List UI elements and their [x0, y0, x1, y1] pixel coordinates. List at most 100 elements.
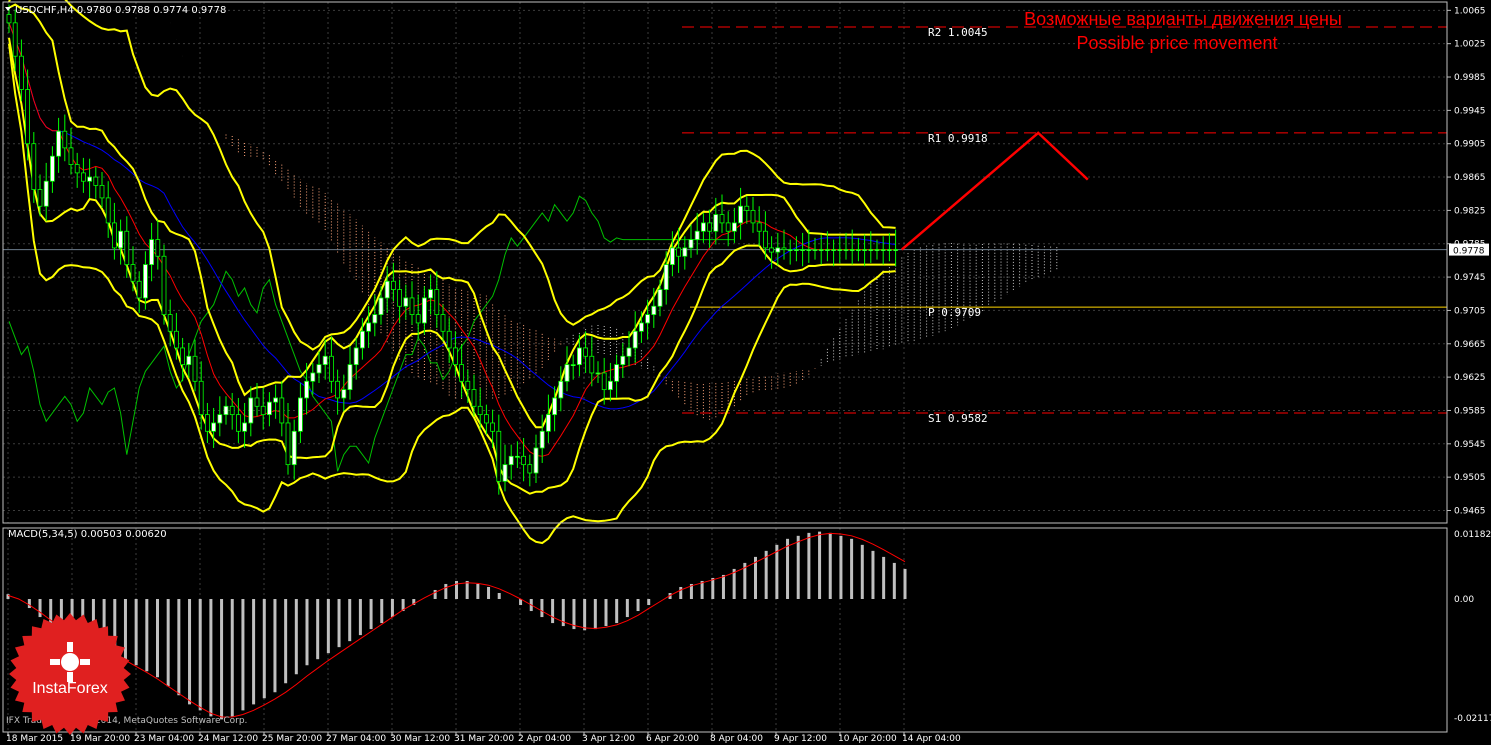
- candle-body: [769, 247, 774, 253]
- price-tick-label: 0.9545: [1454, 440, 1486, 450]
- candle-body: [843, 249, 849, 251]
- level-label: P 0.9709: [928, 306, 981, 319]
- candle-body: [626, 347, 632, 357]
- time-tick-label: 27 Mar 04:00: [326, 734, 386, 744]
- candle-body: [806, 249, 812, 251]
- candle-body: [87, 176, 92, 182]
- candle-body: [130, 264, 136, 282]
- candle-body: [868, 249, 874, 251]
- candle-body: [558, 380, 564, 399]
- price-chart[interactable]: R2 1.0045 R1 0.9918 P 0.9709 S1 0.9582 1.00…: [0, 0, 1491, 745]
- candle-body: [471, 389, 477, 407]
- time-tick-label: 6 Apr 20:00: [646, 734, 699, 744]
- candle-body: [12, 22, 18, 57]
- candle-body: [62, 130, 68, 149]
- candle-body: [794, 249, 799, 251]
- candle-body: [527, 464, 533, 474]
- price-tick-label: 0.9865: [1454, 173, 1486, 183]
- symbol-info: USDCHF,H4 0.9780 0.9788 0.9774 0.9778: [15, 5, 226, 16]
- candle-body: [632, 330, 638, 349]
- candle-body: [173, 330, 179, 349]
- candle-body: [167, 314, 173, 332]
- candle-body: [546, 414, 551, 432]
- price-tick-label: 0.9825: [1454, 206, 1486, 216]
- candle-body: [756, 222, 762, 232]
- candle-body: [583, 347, 588, 357]
- candle-body: [570, 364, 576, 367]
- time-tick-label: 10 Apr 20:00: [838, 734, 897, 744]
- macd-tick-label: 0.01182: [1454, 530, 1491, 540]
- price-tick-label: 0.9465: [1454, 506, 1486, 516]
- candle-body: [18, 55, 24, 90]
- candle-body: [31, 143, 37, 190]
- candle-body: [335, 380, 341, 399]
- candle-body: [409, 297, 415, 316]
- candle-body: [688, 239, 694, 249]
- candle-body: [781, 247, 787, 250]
- candle-body: [359, 330, 365, 349]
- price-tick-label: 0.9705: [1454, 306, 1486, 316]
- candle-body: [341, 389, 347, 399]
- candle-body: [694, 230, 700, 240]
- candle-body: [744, 205, 750, 211]
- candle-body: [248, 397, 254, 424]
- candle-body: [552, 397, 557, 416]
- candle-body: [93, 176, 99, 186]
- candle-body: [775, 247, 781, 253]
- annotation-en: Possible price movement: [1076, 33, 1277, 53]
- candle-body: [508, 455, 514, 466]
- candle-body: [818, 249, 824, 251]
- candle-body: [787, 249, 793, 251]
- candle-body: [620, 355, 626, 366]
- candle-body: [483, 414, 489, 424]
- candle-body: [81, 172, 86, 182]
- candle-body: [601, 372, 607, 391]
- candle-body: [235, 414, 241, 432]
- candle-body: [378, 297, 384, 316]
- candle-body: [825, 249, 830, 251]
- candle-body: [304, 380, 310, 399]
- candle-body: [477, 405, 483, 416]
- candle-body: [800, 249, 805, 251]
- candle-body: [657, 289, 663, 307]
- candle-body: [186, 355, 192, 366]
- candle-body: [6, 14, 12, 24]
- candle-body: [434, 289, 440, 316]
- time-tick-label: 9 Apr 12:00: [774, 734, 827, 744]
- candle-body: [242, 422, 248, 432]
- candle-body: [880, 249, 886, 251]
- candle-body: [384, 280, 390, 299]
- candle-body: [142, 264, 148, 299]
- candle-body: [403, 297, 409, 307]
- price-tick-label: 0.9905: [1454, 140, 1486, 150]
- candle-body: [539, 430, 545, 449]
- price-tick-label: 0.9505: [1454, 473, 1486, 483]
- candle-body: [99, 184, 105, 199]
- price-tick-label: 0.9585: [1454, 406, 1486, 416]
- candle-body: [738, 205, 743, 224]
- macd-info: MACD(5,34,5) 0.00503 0.00620: [8, 529, 167, 540]
- level-label: R2 1.0045: [928, 26, 988, 39]
- price-tick-label: 0.9945: [1454, 106, 1486, 116]
- candle-body: [521, 455, 526, 466]
- candle-body: [676, 247, 681, 257]
- candle-body: [180, 347, 186, 366]
- time-tick-label: 3 Apr 12:00: [582, 734, 635, 744]
- candle-body: [577, 347, 582, 366]
- candle-body: [874, 249, 880, 251]
- candle-body: [707, 222, 712, 232]
- candle-body: [713, 214, 719, 232]
- price-tick-label: 0.9985: [1454, 73, 1486, 83]
- candle-body: [719, 214, 725, 224]
- candle-body: [502, 464, 508, 482]
- candle-body: [155, 239, 161, 257]
- price-tick-label: 0.9665: [1454, 340, 1486, 350]
- candle-body: [452, 347, 458, 366]
- candle-body: [211, 422, 217, 432]
- candle-body: [663, 264, 669, 290]
- time-tick-label: 14 Apr 04:00: [902, 734, 961, 744]
- candle-body: [372, 314, 378, 324]
- candle-body: [856, 249, 861, 251]
- candle-body: [440, 314, 446, 332]
- time-tick-label: 23 Mar 04:00: [134, 734, 194, 744]
